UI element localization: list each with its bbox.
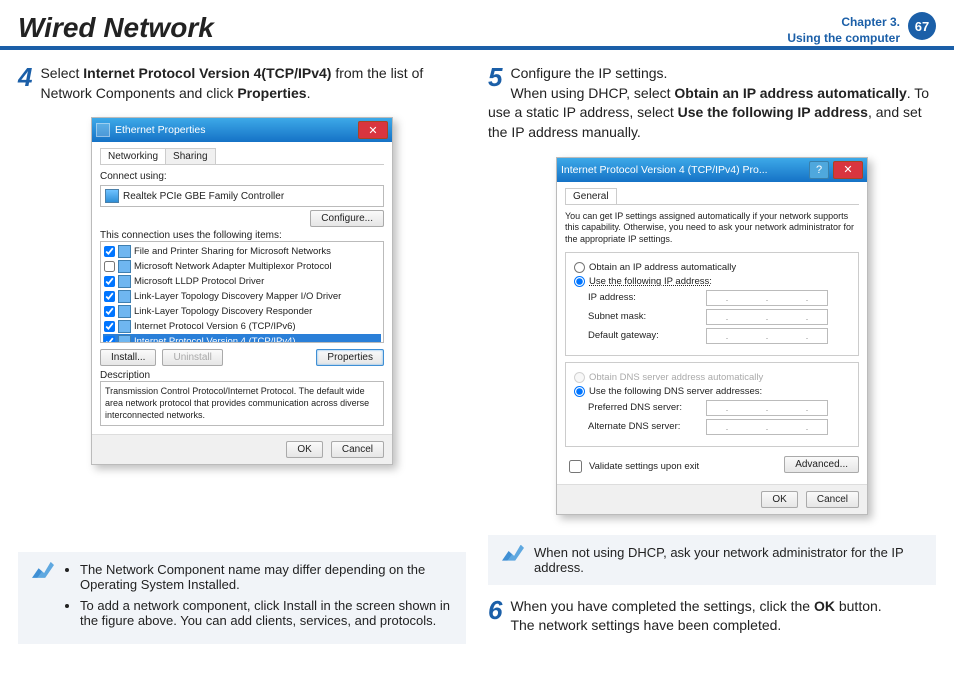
- right-column: 5 Configure the IP settings. When using …: [488, 64, 936, 644]
- window-icon: [96, 123, 110, 137]
- step-5-number: 5: [488, 64, 502, 90]
- step-4: 4 Select Internet Protocol Version 4(TCP…: [18, 64, 466, 103]
- tab-networking[interactable]: Networking: [100, 148, 166, 164]
- connect-using-label: Connect using:: [100, 171, 167, 182]
- step-6-number: 6: [488, 597, 502, 623]
- checkbox[interactable]: [569, 460, 582, 473]
- checkbox[interactable]: [104, 261, 115, 272]
- list-item-selected[interactable]: Internet Protocol Version 4 (TCP/IPv4): [103, 334, 381, 343]
- list-item[interactable]: Link-Layer Topology Discovery Responder: [103, 304, 381, 319]
- checkbox[interactable]: [104, 246, 115, 257]
- alternate-dns-field[interactable]: ...: [706, 419, 828, 435]
- list-item[interactable]: Link-Layer Topology Discovery Mapper I/O…: [103, 289, 381, 304]
- component-icon: [118, 305, 131, 318]
- description-label: Description: [100, 370, 150, 381]
- radio[interactable]: [574, 386, 585, 397]
- radio-use-dns[interactable]: Use the following DNS server addresses:: [574, 386, 850, 397]
- help-text: You can get IP settings assigned automat…: [565, 211, 859, 246]
- checkbox[interactable]: [104, 306, 115, 317]
- radio-obtain-dns: Obtain DNS server address automatically: [574, 372, 850, 383]
- step-5: 5 Configure the IP settings. When using …: [488, 64, 936, 142]
- page-header: Wired Network Chapter 3. Using the compu…: [0, 0, 954, 50]
- list-item[interactable]: File and Printer Sharing for Microsoft N…: [103, 244, 381, 259]
- list-item[interactable]: Microsoft Network Adapter Multiplexor Pr…: [103, 259, 381, 274]
- component-icon: [118, 275, 131, 288]
- items-label: This connection uses the following items…: [100, 230, 282, 241]
- note-icon: [32, 562, 54, 578]
- ip-address-label: IP address:: [588, 292, 698, 303]
- dialog-title: Internet Protocol Version 4 (TCP/IPv4) P…: [561, 164, 809, 176]
- install-button[interactable]: Install...: [100, 349, 156, 366]
- left-column: 4 Select Internet Protocol Version 4(TCP…: [18, 64, 466, 644]
- tab-general[interactable]: General: [565, 188, 617, 204]
- help-icon[interactable]: ?: [809, 161, 829, 179]
- page-title: Wired Network: [18, 12, 787, 44]
- ok-button[interactable]: OK: [761, 491, 797, 508]
- checkbox[interactable]: [104, 336, 115, 343]
- list-item[interactable]: Microsoft LLDP Protocol Driver: [103, 274, 381, 289]
- ip-address-field[interactable]: ...: [706, 290, 828, 306]
- gateway-label: Default gateway:: [588, 330, 698, 341]
- component-icon: [118, 245, 131, 258]
- ipv4-properties-dialog: Internet Protocol Version 4 (TCP/IPv4) P…: [556, 157, 868, 515]
- cancel-button[interactable]: Cancel: [331, 441, 384, 458]
- tip-text: When not using DHCP, ask your network ad…: [534, 545, 922, 575]
- checkbox[interactable]: [104, 291, 115, 302]
- configure-button[interactable]: Configure...: [310, 210, 384, 227]
- tip-box-left: The Network Component name may differ de…: [18, 552, 466, 644]
- page-number-badge: 67: [908, 12, 936, 40]
- gateway-field[interactable]: ...: [706, 328, 828, 344]
- cancel-button[interactable]: Cancel: [806, 491, 859, 508]
- radio-obtain-ip[interactable]: Obtain an IP address automatically: [574, 262, 850, 273]
- ip-group: Obtain an IP address automatically Use t…: [565, 252, 859, 356]
- dialog-titlebar: Ethernet Properties ✕: [92, 118, 392, 142]
- dialog-title: Ethernet Properties: [115, 124, 354, 136]
- tip-box-right: When not using DHCP, ask your network ad…: [488, 535, 936, 585]
- list-item[interactable]: Internet Protocol Version 6 (TCP/IPv6): [103, 319, 381, 334]
- component-icon: [118, 260, 131, 273]
- properties-button[interactable]: Properties: [316, 349, 384, 366]
- tip-item: To add a network component, click Instal…: [80, 598, 452, 628]
- dns-group: Obtain DNS server address automatically …: [565, 362, 859, 447]
- component-icon: [118, 320, 131, 333]
- checkbox[interactable]: [104, 321, 115, 332]
- component-icon: [118, 335, 131, 343]
- validate-checkbox[interactable]: Validate settings upon exit: [565, 457, 699, 476]
- ok-button[interactable]: OK: [286, 441, 322, 458]
- adapter-field[interactable]: Realtek PCIe GBE Family Controller: [100, 185, 384, 207]
- close-icon[interactable]: ✕: [358, 121, 388, 139]
- advanced-button[interactable]: Advanced...: [784, 456, 859, 473]
- step-6: 6 When you have completed the settings, …: [488, 597, 936, 636]
- description-text: Transmission Control Protocol/Internet P…: [100, 381, 384, 426]
- alternate-dns-label: Alternate DNS server:: [588, 421, 698, 432]
- close-icon[interactable]: ✕: [833, 161, 863, 179]
- chapter-label: Chapter 3. Using the computer: [787, 12, 900, 46]
- preferred-dns-label: Preferred DNS server:: [588, 402, 698, 413]
- radio-use-ip[interactable]: Use the following IP address:: [574, 276, 850, 287]
- note-icon: [502, 545, 524, 561]
- adapter-icon: [105, 189, 119, 203]
- component-icon: [118, 290, 131, 303]
- uninstall-button: Uninstall: [162, 349, 222, 366]
- dialog-titlebar: Internet Protocol Version 4 (TCP/IPv4) P…: [557, 158, 867, 182]
- components-list[interactable]: File and Printer Sharing for Microsoft N…: [100, 241, 384, 343]
- subnet-field[interactable]: ...: [706, 309, 828, 325]
- tip-item: The Network Component name may differ de…: [80, 562, 452, 592]
- radio[interactable]: [574, 276, 585, 287]
- step-4-number: 4: [18, 64, 32, 90]
- ethernet-properties-dialog: Ethernet Properties ✕ Networking Sharing…: [91, 117, 393, 465]
- radio[interactable]: [574, 262, 585, 273]
- radio: [574, 372, 585, 383]
- subnet-label: Subnet mask:: [588, 311, 698, 322]
- tab-sharing[interactable]: Sharing: [165, 148, 215, 164]
- preferred-dns-field[interactable]: ...: [706, 400, 828, 416]
- checkbox[interactable]: [104, 276, 115, 287]
